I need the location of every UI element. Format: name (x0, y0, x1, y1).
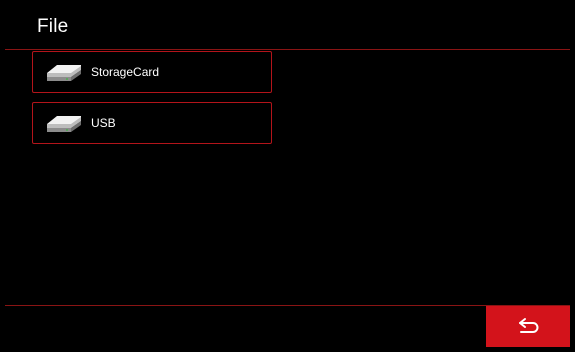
storage-item-storagecard[interactable]: StorageCard (32, 51, 272, 93)
page-title: File (37, 16, 69, 37)
back-button[interactable] (486, 306, 570, 347)
drive-icon (47, 116, 81, 132)
title-bar: File (5, 5, 570, 49)
back-arrow-icon (519, 318, 539, 333)
drive-icon (47, 65, 81, 81)
storage-item-label: StorageCard (91, 65, 160, 79)
storage-item-label: USB (91, 116, 116, 130)
header-divider (5, 49, 570, 50)
file-screen: File StorageCard USB (5, 5, 570, 347)
storage-item-usb[interactable]: USB (32, 102, 272, 144)
